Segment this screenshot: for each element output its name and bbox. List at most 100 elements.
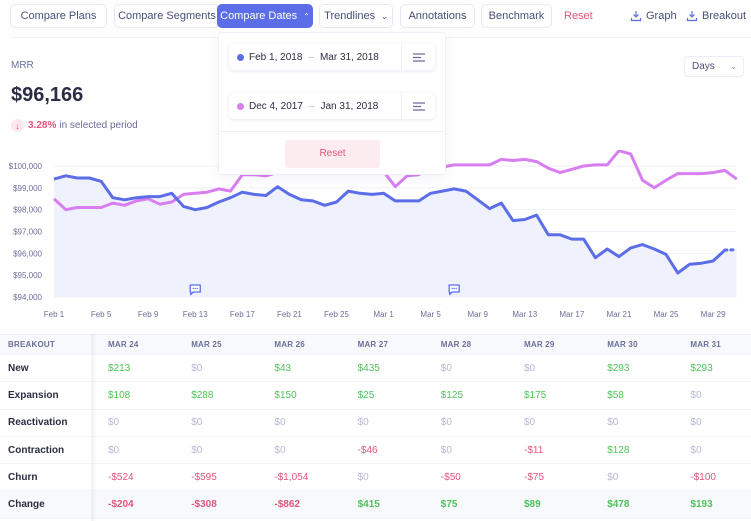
primary-data-point[interactable] (594, 256, 597, 259)
primary-data-point[interactable] (582, 238, 585, 241)
comparison-data-point[interactable] (570, 168, 573, 171)
comparison-data-point[interactable] (182, 193, 185, 196)
primary-data-point[interactable] (676, 271, 679, 274)
comparison-data-point[interactable] (641, 179, 644, 182)
comparison-data-point[interactable] (712, 171, 715, 174)
primary-data-point[interactable] (335, 201, 338, 204)
primary-data-point[interactable] (123, 198, 126, 201)
comparison-data-point[interactable] (665, 179, 668, 182)
primary-data-point[interactable] (500, 202, 503, 205)
primary-data-point[interactable] (723, 249, 726, 252)
secondary-range-menu-button[interactable] (401, 93, 435, 119)
comparison-data-point[interactable] (476, 163, 479, 166)
reset-link[interactable]: Reset (564, 4, 593, 28)
comparison-data-point[interactable] (547, 167, 550, 170)
primary-data-point[interactable] (735, 248, 738, 251)
primary-data-point[interactable] (76, 177, 79, 180)
primary-data-point[interactable] (382, 192, 385, 195)
comparison-data-point[interactable] (194, 192, 197, 195)
annotations-button[interactable]: Annotations (400, 4, 475, 28)
comparison-data-point[interactable] (229, 190, 232, 193)
comparison-data-point[interactable] (217, 187, 220, 190)
comparison-data-point[interactable] (170, 201, 173, 204)
breakout-view-button[interactable]: Breakout (686, 4, 746, 28)
comparison-data-point[interactable] (453, 163, 456, 166)
comparison-data-point[interactable] (523, 158, 526, 161)
primary-data-point[interactable] (158, 195, 161, 198)
primary-data-point[interactable] (88, 177, 91, 180)
primary-data-point[interactable] (194, 208, 197, 211)
primary-data-point[interactable] (288, 193, 291, 196)
compare-dates-button[interactable]: Compare Dates ⌃ (217, 4, 313, 28)
primary-data-point[interactable] (700, 262, 703, 265)
primary-data-point[interactable] (264, 194, 267, 197)
comparison-data-point[interactable] (500, 158, 503, 161)
comparison-data-point[interactable] (735, 178, 738, 181)
comparison-data-point[interactable] (158, 203, 161, 206)
primary-data-point[interactable] (712, 259, 715, 262)
primary-data-point[interactable] (311, 199, 314, 202)
comparison-data-point[interactable] (629, 152, 632, 155)
comparison-data-point[interactable] (464, 163, 467, 166)
primary-data-point[interactable] (170, 192, 173, 195)
comparison-data-point[interactable] (723, 169, 726, 172)
primary-data-point[interactable] (512, 219, 515, 222)
comparison-data-point[interactable] (100, 206, 103, 209)
graph-view-button[interactable]: Graph (630, 4, 677, 28)
comparison-data-point[interactable] (53, 197, 56, 200)
primary-data-point[interactable] (359, 192, 362, 195)
comparison-data-point[interactable] (535, 160, 538, 163)
comparison-data-point[interactable] (394, 185, 397, 188)
primary-data-point[interactable] (617, 255, 620, 258)
primary-data-point[interactable] (241, 191, 244, 194)
primary-data-point[interactable] (559, 233, 562, 236)
primary-data-point[interactable] (394, 199, 397, 202)
comparison-data-point[interactable] (606, 163, 609, 166)
secondary-date-range[interactable]: Dec 4, 2017 – Jan 31, 2018 (229, 93, 435, 119)
primary-data-point[interactable] (535, 214, 538, 217)
comparison-data-point[interactable] (582, 165, 585, 168)
comparison-data-point[interactable] (700, 172, 703, 175)
primary-data-point[interactable] (253, 193, 256, 196)
primary-data-point[interactable] (429, 192, 432, 195)
primary-data-point[interactable] (488, 207, 491, 210)
comparison-data-point[interactable] (111, 202, 114, 205)
interval-select[interactable]: Days ⌄ (684, 56, 744, 77)
compare-plans-button[interactable]: Compare Plans (10, 4, 107, 28)
primary-date-range[interactable]: Feb 1, 2018 – Mar 31, 2018 (229, 44, 435, 70)
primary-data-point[interactable] (370, 193, 373, 196)
primary-data-point[interactable] (64, 174, 67, 177)
comparison-data-point[interactable] (676, 172, 679, 175)
comparison-data-point[interactable] (76, 206, 79, 209)
primary-data-point[interactable] (653, 247, 656, 250)
comparison-data-point[interactable] (206, 191, 209, 194)
primary-data-point[interactable] (135, 196, 138, 199)
primary-data-point[interactable] (53, 178, 56, 181)
comparison-data-point[interactable] (688, 172, 691, 175)
primary-data-point[interactable] (300, 198, 303, 201)
primary-data-point[interactable] (323, 204, 326, 207)
comparison-data-point[interactable] (88, 206, 91, 209)
comparison-data-point[interactable] (123, 204, 126, 207)
comparison-data-point[interactable] (64, 208, 67, 211)
primary-data-point[interactable] (606, 247, 609, 250)
primary-data-point[interactable] (665, 253, 668, 256)
primary-data-point[interactable] (688, 263, 691, 266)
primary-data-point[interactable] (523, 218, 526, 221)
primary-data-point[interactable] (641, 243, 644, 246)
primary-data-point[interactable] (476, 198, 479, 201)
primary-data-point[interactable] (441, 190, 444, 193)
benchmark-button[interactable]: Benchmark (481, 4, 552, 28)
comparison-data-point[interactable] (559, 171, 562, 174)
primary-data-point[interactable] (100, 180, 103, 183)
primary-data-point[interactable] (547, 233, 550, 236)
primary-data-point[interactable] (453, 187, 456, 190)
primary-data-point[interactable] (417, 199, 420, 202)
compare-reset-button[interactable]: Reset (285, 140, 380, 168)
primary-data-point[interactable] (182, 205, 185, 208)
primary-data-point[interactable] (406, 199, 409, 202)
comparison-data-point[interactable] (135, 199, 138, 202)
primary-data-point[interactable] (629, 246, 632, 249)
primary-data-point[interactable] (570, 238, 573, 241)
primary-data-point[interactable] (464, 190, 467, 193)
